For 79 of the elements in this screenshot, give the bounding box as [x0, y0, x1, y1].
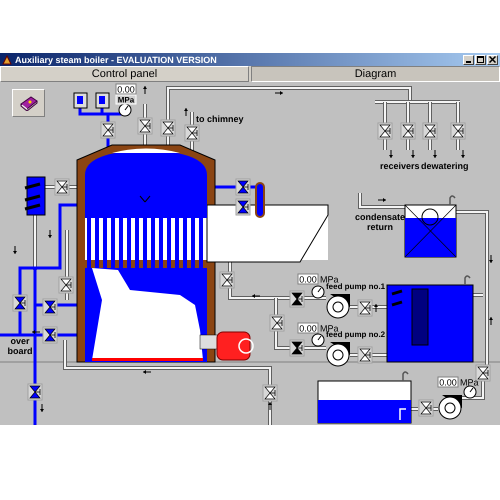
flow-arrow-icon — [489, 316, 493, 326]
valve-icon — [236, 178, 250, 196]
valve-icon — [236, 198, 250, 216]
book-icon — [18, 95, 38, 111]
valve-icon — [54, 178, 70, 196]
close-icon — [489, 56, 496, 63]
close-button[interactable] — [487, 54, 498, 64]
flow-arrow-icon — [411, 150, 415, 158]
valve-icon — [58, 276, 74, 294]
pressure-gauge-icon — [312, 334, 324, 346]
minimize-button[interactable] — [463, 54, 474, 64]
pressure-reading: 0.00 — [438, 376, 458, 388]
vessel-drawing — [255, 182, 265, 218]
burner-icon — [200, 332, 254, 360]
flow-arrow-icon — [268, 402, 272, 410]
valve-icon — [378, 122, 392, 140]
valve-icon — [42, 298, 58, 316]
flow-arrow-icon — [40, 404, 44, 412]
diagram-label: receivers — [380, 161, 420, 171]
valve-icon — [418, 400, 434, 416]
pressure-unit: MPa — [116, 94, 136, 104]
flow-arrow-icon — [252, 294, 260, 298]
valve-icon — [12, 294, 28, 312]
pressure-reading: 0.00 — [298, 274, 318, 284]
flow-arrow-icon — [433, 150, 437, 158]
flow-arrow-icon — [389, 150, 393, 158]
valve-icon — [28, 384, 42, 400]
pressure-gauge-icon — [464, 386, 476, 398]
flow-arrow-icon — [274, 91, 284, 95]
flow-arrow-icon — [143, 86, 147, 94]
valve-icon — [422, 122, 438, 140]
header-drawing — [24, 176, 46, 216]
valve-icon — [400, 122, 416, 140]
valve-icon — [42, 326, 58, 344]
pressure-reading: 0.00 — [116, 84, 136, 94]
pipe — [350, 305, 387, 309]
diagram-label: condensate return — [355, 212, 405, 232]
pressure-unit: MPa — [460, 378, 479, 388]
valve-icon — [358, 346, 372, 364]
valve-icon — [100, 122, 116, 138]
pump-icon — [438, 395, 462, 420]
tab[interactable]: Control panel — [0, 66, 249, 82]
pump-icon — [326, 294, 350, 318]
flow-arrow-icon — [13, 246, 17, 254]
valve-icon — [290, 340, 304, 356]
maximize-icon — [477, 56, 484, 63]
diagram-label: to chimney — [196, 114, 244, 124]
controller-icon — [74, 92, 88, 108]
diagram-label: over board — [8, 336, 32, 356]
flow-arrow-icon — [48, 230, 52, 238]
valve-icon — [184, 124, 200, 142]
book-button[interactable] — [12, 89, 45, 117]
valve-icon — [220, 272, 234, 288]
valve-icon — [290, 290, 304, 308]
diagram-label: dewatering — [421, 161, 469, 171]
tank-drawing — [404, 195, 456, 258]
pressure-gauge-icon — [312, 286, 324, 298]
pressure-reading: 0.00 — [298, 322, 318, 334]
flow-arrow-icon — [374, 304, 378, 312]
valve-icon — [138, 118, 152, 134]
flow-arrow-icon — [461, 150, 465, 158]
flow-arrow-icon — [32, 330, 40, 334]
pump-icon — [326, 342, 350, 366]
tab[interactable]: Diagram — [251, 66, 500, 82]
diagram-label: feed pump no.1 — [326, 282, 386, 291]
controller-icon — [96, 92, 110, 108]
window-title: Auxiliary steam boiler - EVALUATION VERSION — [15, 54, 218, 64]
valve-icon — [358, 300, 372, 316]
pipe — [358, 193, 405, 209]
valve-icon — [160, 120, 176, 136]
pressure-unit: MPa — [320, 274, 339, 284]
valve-icon — [450, 122, 466, 140]
flow-arrow-icon — [378, 198, 386, 202]
flow-arrow-icon — [184, 108, 188, 116]
flow-arrow-icon — [489, 254, 493, 264]
maximize-button[interactable] — [475, 54, 486, 64]
flow-arrow-icon — [142, 370, 152, 374]
valve-icon — [262, 384, 278, 402]
valve-icon — [270, 314, 284, 332]
